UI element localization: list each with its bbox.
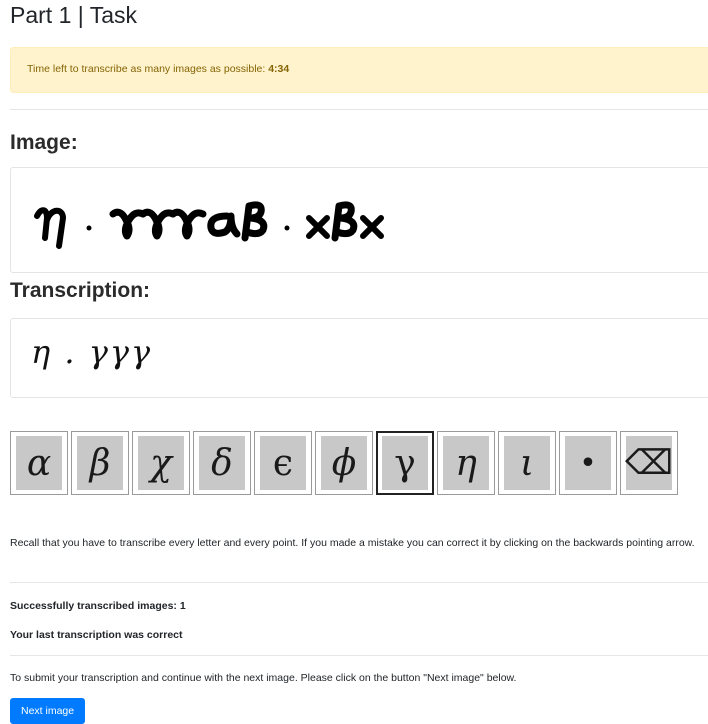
key-epsilon[interactable]: ϵ <box>254 431 312 495</box>
submit-instructions: To submit your transcription and continu… <box>10 672 517 684</box>
handwriting-image <box>10 167 708 273</box>
timer-text: Time left to transcribe as many images a… <box>27 63 289 75</box>
key-phi[interactable]: ϕ <box>315 431 373 495</box>
key-chi[interactable]: χ <box>132 431 190 495</box>
success-count: Successfully transcribed images: 1 <box>10 600 186 612</box>
iota-glyph: ι <box>504 436 550 490</box>
last-result: Your last transcription was correct <box>10 629 183 641</box>
transcription-box: η . γγγ <box>10 318 708 398</box>
transcription-value: η . γγγ <box>31 333 153 371</box>
instructions-text: Recall that you have to transcribe every… <box>10 537 695 549</box>
eta-glyph: η <box>443 436 489 490</box>
timer-alert: Time left to transcribe as many images a… <box>10 47 708 93</box>
epsilon-glyph: ϵ <box>260 436 306 490</box>
point-glyph: • <box>565 436 611 490</box>
next-image-button[interactable]: Next image <box>10 698 86 724</box>
timer-label: Time left to transcribe as many images a… <box>27 63 266 75</box>
alpha-glyph: α <box>16 436 62 490</box>
page-title: Part 1 | Task <box>10 2 137 28</box>
timer-value: 4:34 <box>268 63 290 75</box>
delta-glyph: δ <box>199 436 245 490</box>
beta-glyph: β <box>77 436 123 490</box>
backspace-icon: ⌫ <box>625 436 673 490</box>
symbol-keyboard: α β χ δ ϵ ϕ γ η ι • ⌫ <box>10 431 678 495</box>
transcription-heading: Transcription: <box>10 279 151 302</box>
key-eta[interactable]: η <box>437 431 495 495</box>
key-gamma[interactable]: γ <box>376 431 434 495</box>
handwritten-text-image <box>34 201 384 249</box>
image-heading: Image: <box>10 131 78 154</box>
key-point[interactable]: • <box>559 431 617 495</box>
gamma-glyph: γ <box>382 436 428 490</box>
divider <box>10 109 708 110</box>
key-delta[interactable]: δ <box>193 431 251 495</box>
phi-glyph: ϕ <box>321 436 367 490</box>
key-iota[interactable]: ι <box>498 431 556 495</box>
key-backspace[interactable]: ⌫ <box>620 431 678 495</box>
divider <box>10 582 708 583</box>
chi-glyph: χ <box>138 436 184 490</box>
divider <box>10 655 708 656</box>
key-beta[interactable]: β <box>71 431 129 495</box>
key-alpha[interactable]: α <box>10 431 68 495</box>
